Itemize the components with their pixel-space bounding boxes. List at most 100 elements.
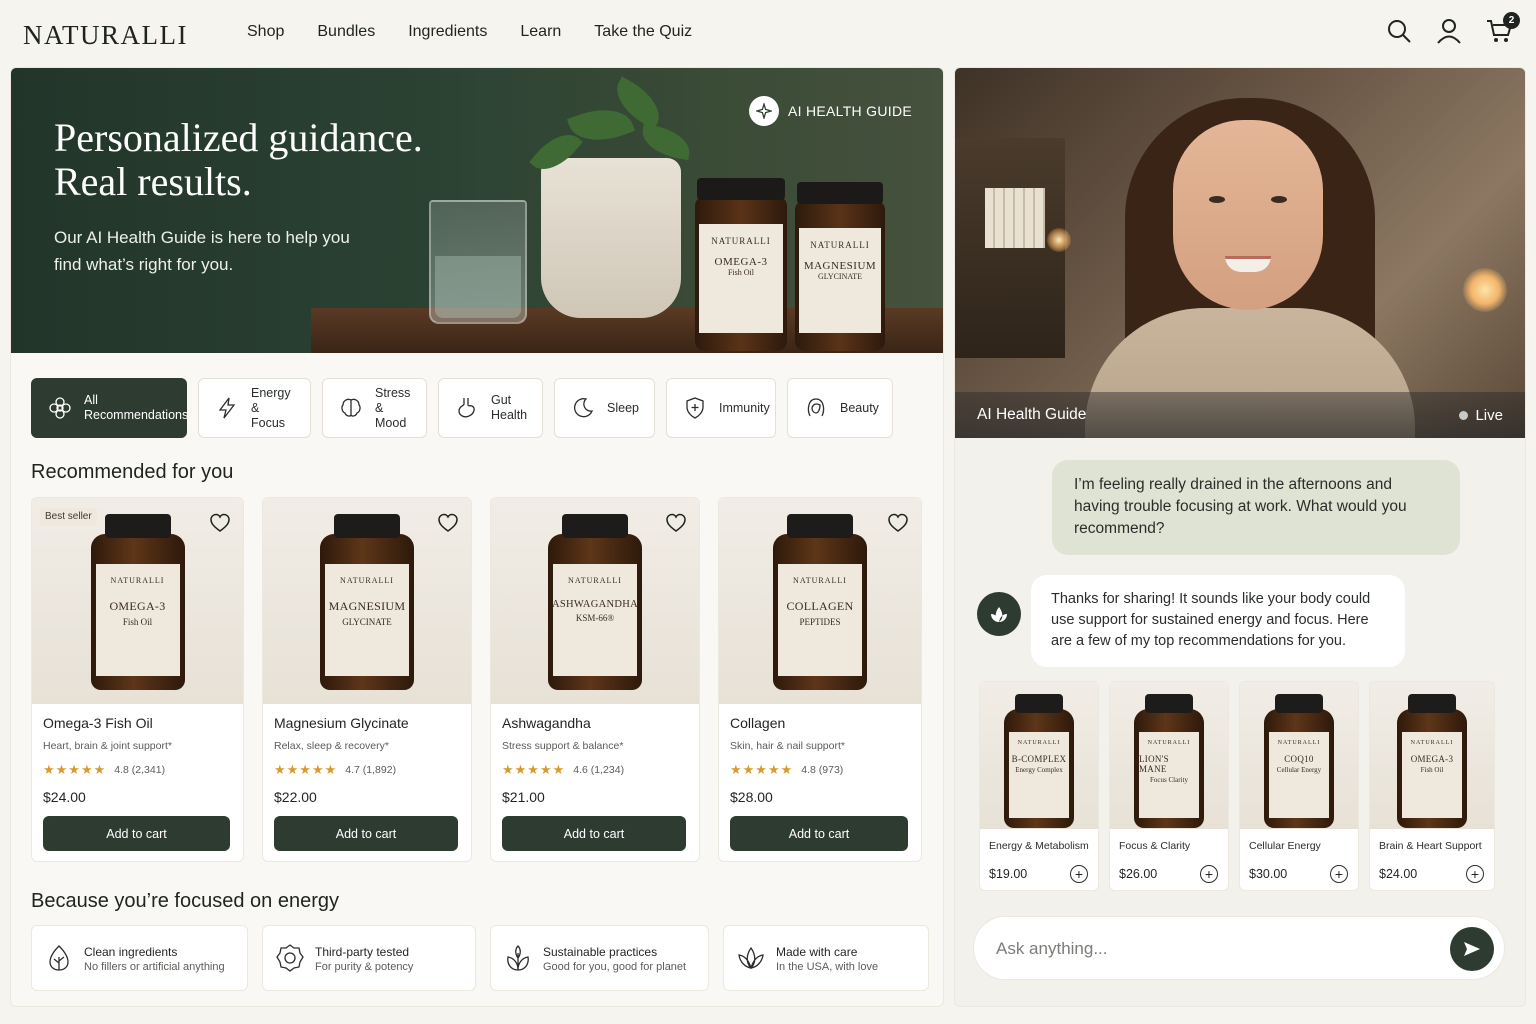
product-name[interactable]: Ashwagandha bbox=[502, 715, 591, 731]
product-card[interactable]: NATURALLI ASHWAGANDHA KSM-66® Ashwagandha … bbox=[490, 497, 700, 862]
sparkle-icon bbox=[748, 96, 779, 126]
add-to-cart-button[interactable]: Add to cart bbox=[502, 816, 686, 851]
label-brand: NATURALLI bbox=[1017, 740, 1061, 746]
plant-icon bbox=[503, 943, 533, 973]
label-sub: Focus Clarity bbox=[1150, 776, 1188, 784]
brain-icon bbox=[339, 396, 363, 420]
label-brand: NATURALLI bbox=[568, 576, 622, 585]
nav-shop[interactable]: Shop bbox=[247, 23, 284, 41]
ai-guide-video[interactable]: AI Health Guide Live bbox=[955, 68, 1525, 438]
suggested-product-price: $26.00 bbox=[1119, 867, 1158, 881]
feature-title: Clean ingredients bbox=[84, 944, 178, 959]
video-caption-bar: AI Health Guide Live bbox=[955, 392, 1525, 438]
product-rating: ★★★★★ 4.7 (1,892) bbox=[274, 762, 396, 778]
label-name: LION'S MANE bbox=[1139, 754, 1169, 774]
suggested-product-name: Focus & Clarity bbox=[1119, 840, 1191, 852]
suggested-product-card[interactable]: NATURALLI COQ10 Cellular Energy Cellular E… bbox=[1239, 681, 1359, 891]
suggested-product-price: $30.00 bbox=[1249, 867, 1288, 881]
heart-icon[interactable] bbox=[887, 512, 909, 534]
feature-made-with-care: Made with care In the USA, with love bbox=[723, 925, 929, 991]
category-immunity[interactable]: Immunity bbox=[666, 378, 776, 438]
product-card[interactable]: NATURALLI MAGNESIUM GLYCINATE Magnesium Gl… bbox=[262, 497, 472, 862]
background-candle bbox=[1047, 228, 1071, 252]
add-plus-icon[interactable]: + bbox=[1466, 865, 1484, 883]
ai-health-guide-tag: AI HEALTH GUIDE bbox=[748, 96, 912, 126]
feature-title: Sustainable practices bbox=[543, 944, 658, 959]
stomach-icon bbox=[455, 396, 479, 420]
lotus-icon bbox=[736, 943, 766, 973]
product-name[interactable]: Collagen bbox=[730, 715, 785, 731]
chip-label: Sleep bbox=[607, 400, 639, 415]
suggested-product-name: Brain & Heart Support bbox=[1379, 840, 1482, 852]
category-all-recommendations[interactable]: All Recommendations bbox=[31, 378, 189, 438]
main-content: NATURALLI OMEGA-3 Fish Oil NATURALLI MAG… bbox=[10, 67, 944, 1007]
category-energy-focus[interactable]: Energy & Focus bbox=[198, 378, 311, 438]
heart-icon[interactable] bbox=[665, 512, 687, 534]
add-plus-icon[interactable]: + bbox=[1070, 865, 1088, 883]
lightning-icon bbox=[215, 396, 239, 420]
suggested-product-card[interactable]: NATURALLI LION'S MANE Focus Clarity Focus … bbox=[1109, 681, 1229, 891]
chip-label: & Focus bbox=[251, 400, 286, 430]
suggested-product-card[interactable]: NATURALLI B-COMPLEX Energy Complex Energy … bbox=[979, 681, 1099, 891]
nav-learn[interactable]: Learn bbox=[520, 23, 561, 41]
chip-label: Recommendations bbox=[84, 408, 189, 422]
cart-icon[interactable]: 2 bbox=[1486, 12, 1520, 44]
leaf-drop-icon bbox=[44, 943, 74, 973]
jar-brand: NATURALLI bbox=[711, 236, 771, 246]
add-to-cart-button[interactable]: Add to cart bbox=[43, 816, 230, 851]
add-to-cart-button[interactable]: Add to cart bbox=[274, 816, 458, 851]
account-icon[interactable] bbox=[1436, 18, 1462, 44]
label-name: OMEGA-3 bbox=[1410, 754, 1454, 764]
search-icon[interactable] bbox=[1386, 18, 1412, 44]
rating-text: 4.8 (973) bbox=[801, 764, 844, 776]
recommended-title: Recommended for you bbox=[31, 461, 234, 483]
add-to-cart-button[interactable]: Add to cart bbox=[730, 816, 908, 851]
product-name[interactable]: Omega-3 Fish Oil bbox=[43, 715, 153, 731]
add-plus-icon[interactable]: + bbox=[1330, 865, 1348, 883]
heart-icon[interactable] bbox=[209, 512, 231, 534]
label-brand: NATURALLI bbox=[110, 576, 165, 585]
star-rating-icon: ★★★★★ bbox=[43, 762, 107, 777]
live-status: Live bbox=[1459, 407, 1503, 424]
chip-label: Energy bbox=[251, 385, 291, 400]
star-rating-icon: ★★★★★ bbox=[502, 762, 566, 777]
omega3-jar-image: NATURALLI OMEGA-3 Fish Oil bbox=[695, 178, 787, 351]
sparkle-flower-icon bbox=[48, 396, 72, 420]
feature-subtitle: In the USA, with love bbox=[776, 960, 879, 973]
nav-ingredients[interactable]: Ingredients bbox=[408, 23, 487, 41]
suggested-product-card[interactable]: NATURALLI OMEGA-3 Fish Oil Brain & Heart S… bbox=[1369, 681, 1495, 891]
feature-list: Clean ingredients No fillers or artificia… bbox=[31, 925, 929, 991]
suggested-product-name: Cellular Energy bbox=[1249, 840, 1321, 852]
label-name: COLLAGEN bbox=[786, 599, 854, 613]
jar-sub: GLYCINATE bbox=[817, 272, 863, 281]
ask-anything-input[interactable] bbox=[996, 935, 1416, 963]
nav-quiz[interactable]: Take the Quiz bbox=[594, 23, 692, 41]
category-sleep[interactable]: Sleep bbox=[554, 378, 655, 438]
label-name: B-COMPLEX bbox=[1011, 754, 1067, 764]
product-rating: ★★★★★ 4.6 (1,234) bbox=[502, 762, 624, 778]
category-stress-mood[interactable]: Stress & Mood bbox=[322, 378, 427, 438]
chat-input-bar bbox=[973, 916, 1505, 980]
product-name[interactable]: Magnesium Glycinate bbox=[274, 715, 409, 731]
product-card[interactable]: NATURALLI COLLAGEN PEPTIDES Collagen Skin,… bbox=[718, 497, 922, 862]
add-plus-icon[interactable]: + bbox=[1200, 865, 1218, 883]
heart-icon[interactable] bbox=[437, 512, 459, 534]
product-card[interactable]: NATURALLI OMEGA-3 Fish Oil Best seller Ome… bbox=[31, 497, 244, 862]
magnesium-jar-image: NATURALLI MAGNESIUM GLYCINATE bbox=[795, 182, 885, 351]
send-button[interactable] bbox=[1450, 927, 1494, 971]
nav-bundles[interactable]: Bundles bbox=[317, 23, 375, 41]
site-header: NATURALLI Shop Bundles Ingredients Learn… bbox=[0, 0, 1536, 66]
category-gut-health[interactable]: Gut Health bbox=[438, 378, 543, 438]
ai-guide-panel: AI Health Guide Live I’m feeling really … bbox=[954, 67, 1526, 1007]
label-name: MAGNESIUM bbox=[328, 599, 406, 613]
hero-title-line2: Real results. bbox=[54, 159, 252, 204]
feature-subtitle: Good for you, good for planet bbox=[543, 960, 687, 973]
ai-message-bubble: Thanks for sharing! It sounds like your … bbox=[1031, 575, 1405, 667]
ai-tag-label: AI HEALTH GUIDE bbox=[787, 103, 912, 119]
face-icon bbox=[804, 396, 828, 420]
chip-label: Beauty bbox=[840, 400, 879, 415]
category-beauty[interactable]: Beauty bbox=[787, 378, 893, 438]
suggested-products: NATURALLI B-COMPLEX Energy Complex Energy … bbox=[979, 681, 1495, 891]
brand-logo[interactable]: NATURALLI bbox=[23, 20, 188, 51]
main-nav: Shop Bundles Ingredients Learn Take the … bbox=[247, 23, 692, 41]
